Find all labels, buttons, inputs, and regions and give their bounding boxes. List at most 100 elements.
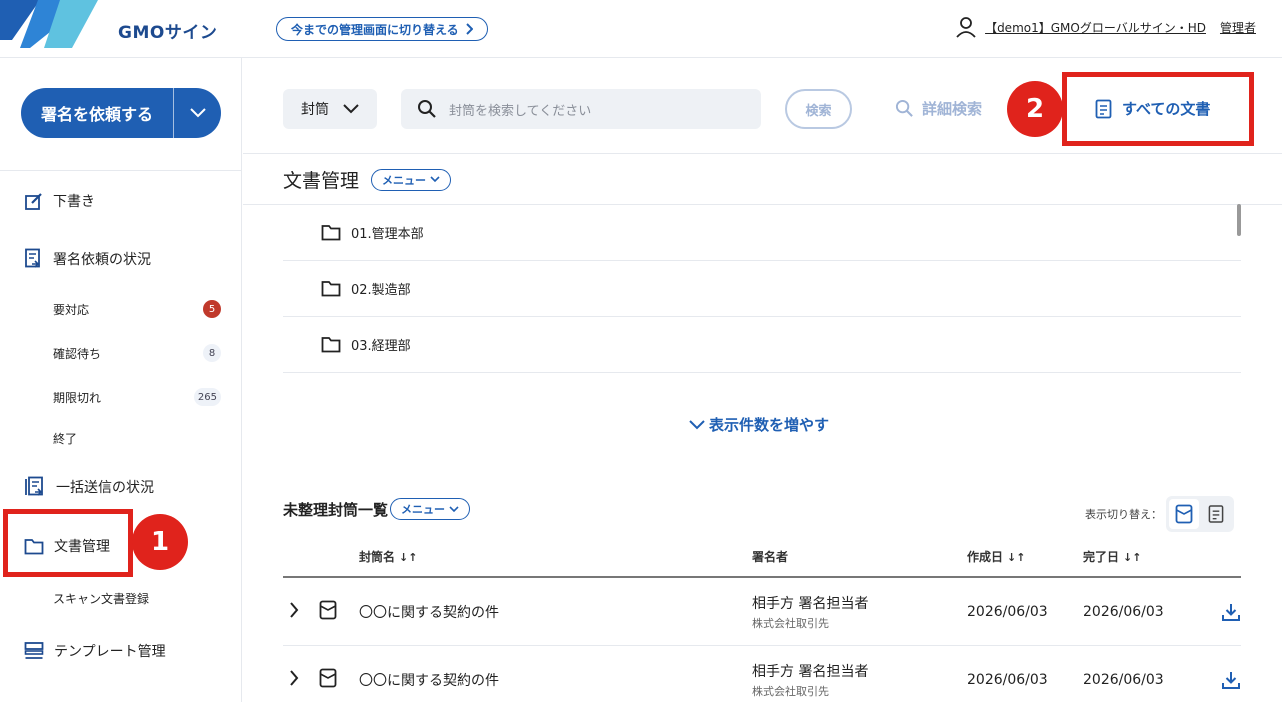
sidebar-item-awaiting[interactable]: 確認待ち 8 <box>53 344 221 362</box>
app-header: GMOサイン 今までの管理画面に切り替える 【demo1】GMOグローバルサイン… <box>0 0 1282 58</box>
template-icon <box>24 642 44 659</box>
count-badge: 5 <box>203 300 221 318</box>
created-date: 2026/06/03 <box>967 603 1048 620</box>
sidebar-item-draft[interactable]: 下書き <box>24 191 95 211</box>
folder-item[interactable]: 02.製造部 <box>283 261 1241 317</box>
column-header-created[interactable]: 作成日 ↓↑ <box>967 548 1083 565</box>
user-menu[interactable]: 【demo1】GMOグローバルサイン・HD 管理者 <box>955 16 1256 38</box>
chevron-right-icon <box>465 23 473 35</box>
table-row[interactable]: 〇〇に関する契約の件 相手方 署名担当者 株式会社取引先 2026/06/03 … <box>283 578 1241 646</box>
search-target-select[interactable]: 封筒 <box>283 89 377 129</box>
completed-date: 2026/06/03 <box>1083 603 1164 620</box>
folder-list-scrollbar[interactable] <box>1237 204 1241 236</box>
signer-name: 相手方 署名担当者 <box>752 595 869 612</box>
signer-cell: 相手方 署名担当者 株式会社取引先 <box>752 593 967 631</box>
envelope-cell <box>319 600 359 624</box>
sidebar-item-template-management[interactable]: テンプレート管理 <box>24 641 166 661</box>
sidebar-item-expired[interactable]: 期限切れ 265 <box>53 388 221 406</box>
column-label: 作成日 <box>967 549 1004 564</box>
signer-company: 株式会社取引先 <box>752 684 829 698</box>
request-signature-dropdown[interactable] <box>173 88 221 138</box>
sidebar-item-request-status[interactable]: 署名依頼の状況 <box>24 248 151 269</box>
sidebar-subitem-label: スキャン文書登録 <box>53 592 150 606</box>
view-toggle-label: 表示切り替え： <box>1085 508 1162 521</box>
show-more-button[interactable]: 表示件数を増やす <box>689 414 829 435</box>
expand-row-button[interactable] <box>283 601 319 622</box>
column-header-name[interactable]: 封筒名 ↓↑ <box>359 548 752 565</box>
request-signature-label: 署名を依頼する <box>40 105 153 124</box>
envelope-view-button[interactable] <box>1169 499 1199 529</box>
document-menu-button[interactable]: メニュー <box>371 168 452 191</box>
envelope-name[interactable]: 〇〇に関する契約の件 <box>359 602 752 622</box>
envelope-cell <box>319 668 359 692</box>
folder-list: 01.管理本部 02.製造部 03.経理部 <box>283 205 1241 373</box>
sidebar-subitem-label: 確認待ち <box>53 346 102 361</box>
envelope-table: 封筒名 ↓↑ 署名者 作成日 ↓↑ 完了日 ↓↑ 〇〇に関する契約の件 相手方 署名担… <box>283 536 1241 702</box>
column-header-completed[interactable]: 完了日 ↓↑ <box>1083 548 1201 565</box>
unorganized-menu-button[interactable]: メニュー <box>390 498 471 520</box>
column-label: 封筒名 <box>359 549 396 564</box>
column-label: 完了日 <box>1083 549 1120 564</box>
advanced-search-button[interactable]: 詳細検索 <box>895 98 982 119</box>
sidebar-item-label: 一括送信の状況 <box>56 480 154 496</box>
folder-item[interactable]: 03.経理部 <box>283 317 1241 373</box>
chevron-right-icon <box>290 601 299 618</box>
unorganized-envelopes-header: 未整理封筒一覧 メニュー <box>283 498 471 520</box>
folder-icon <box>321 337 341 353</box>
page-title: 文書管理 <box>283 170 360 192</box>
sidebar-divider <box>0 170 242 171</box>
envelope-icon <box>319 600 337 619</box>
search-button[interactable]: 検索 <box>785 89 852 129</box>
request-signature-button[interactable]: 署名を依頼する <box>21 88 221 138</box>
sidebar-item-action-required[interactable]: 要対応 5 <box>53 300 221 318</box>
folder-name: 02.製造部 <box>351 283 411 298</box>
download-icon <box>1222 671 1240 689</box>
column-header-signer: 署名者 <box>752 549 789 564</box>
search-icon <box>418 100 436 118</box>
user-role-link[interactable]: 管理者 <box>1220 19 1256 36</box>
table-header: 封筒名 ↓↑ 署名者 作成日 ↓↑ 完了日 ↓↑ <box>283 536 1241 578</box>
sidebar-item-label: 下書き <box>53 194 95 210</box>
sidebar-item-completed[interactable]: 終了 <box>53 430 221 447</box>
menu-label: メニュー <box>401 503 446 516</box>
download-button[interactable] <box>1201 670 1241 690</box>
user-icon <box>956 17 976 38</box>
section-title: 未整理封筒一覧 <box>283 500 389 519</box>
folder-item[interactable]: 01.管理本部 <box>283 205 1241 261</box>
sort-icon: ↓↑ <box>399 550 418 564</box>
folder-name: 03.経理部 <box>351 339 411 354</box>
download-button[interactable] <box>1201 602 1241 622</box>
search-toolbar: 封筒 封筒を検索してください 検索 詳細検索 すべての文書 2 <box>243 58 1282 154</box>
folder-name: 01.管理本部 <box>351 227 424 242</box>
document-management-header: 文書管理 メニュー <box>283 166 452 193</box>
sidebar-subitem-label: 期限切れ <box>53 390 102 405</box>
chevron-down-icon <box>343 104 359 114</box>
search-placeholder: 封筒を検索してください <box>449 103 592 119</box>
show-more-label: 表示件数を増やす <box>709 416 830 434</box>
search-input[interactable]: 封筒を検索してください <box>401 89 761 129</box>
chevron-right-icon <box>290 669 299 686</box>
table-row[interactable]: 〇〇に関する契約の件 相手方 署名担当者 株式会社取引先 2026/06/03 … <box>283 646 1241 702</box>
chevron-down-icon <box>689 419 705 429</box>
count-badge: 8 <box>203 344 221 362</box>
document-view-button[interactable] <box>1201 499 1231 529</box>
expand-row-button[interactable] <box>283 669 319 690</box>
menu-label: メニュー <box>382 173 427 187</box>
document-icon <box>1208 505 1224 523</box>
view-toggle: 表示切り替え： <box>1085 496 1234 532</box>
envelope-name[interactable]: 〇〇に関する契約の件 <box>359 670 752 690</box>
folder-icon <box>321 225 341 241</box>
sidebar: 署名を依頼する 下書き 署名依頼の状況 要対応 5 確認待ち 8 期限切れ 26… <box>0 58 242 702</box>
completed-date: 2026/06/03 <box>1083 671 1164 688</box>
chevron-down-icon <box>189 108 206 118</box>
sidebar-item-bulk-status[interactable]: 一括送信の状況 <box>24 476 154 498</box>
user-name-link[interactable]: 【demo1】GMOグローバルサイン・HD <box>985 19 1206 36</box>
sort-icon: ↓↑ <box>1123 550 1142 564</box>
switch-legacy-admin-button[interactable]: 今までの管理画面に切り替える <box>276 17 488 41</box>
sidebar-item-scan-register[interactable]: スキャン文書登録 <box>53 590 221 607</box>
main-content: 封筒 封筒を検索してください 検索 詳細検索 すべての文書 2 文書管理 メニュ… <box>243 58 1282 702</box>
brand-logo: GMOサイン <box>118 23 218 43</box>
signer-company: 株式会社取引先 <box>752 616 829 630</box>
search-target-value: 封筒 <box>301 102 329 118</box>
logo-mark-icon <box>0 0 100 50</box>
